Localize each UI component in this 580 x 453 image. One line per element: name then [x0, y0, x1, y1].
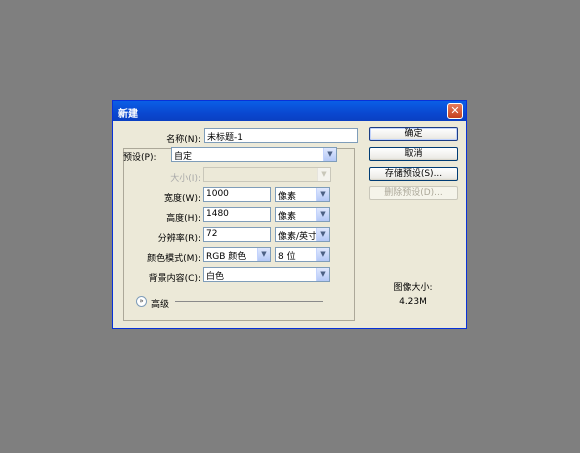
height-input[interactable]: 1480 — [203, 207, 271, 222]
width-unit-select[interactable]: 像素 ▼ — [275, 187, 330, 202]
preset-value: 自定 — [174, 152, 193, 162]
chevron-down-icon: ▼ — [257, 248, 270, 261]
color-mode-label: 颜色模式(M): — [147, 254, 201, 264]
chevron-down-icon: ▼ — [316, 208, 329, 221]
width-label: 宽度(W): — [164, 194, 201, 204]
background-contents-label: 背景内容(C): — [148, 274, 201, 284]
size-label: 大小(I): — [170, 174, 201, 184]
size-select[interactable]: ▼ — [203, 167, 331, 182]
color-mode-select[interactable]: RGB 颜色 ▼ — [203, 247, 271, 262]
delete-preset-button[interactable]: 删除预设(D)... — [369, 186, 458, 200]
chevron-down-icon: ▼ — [316, 188, 329, 201]
name-label: 名称(N): — [166, 135, 201, 145]
bit-depth-select[interactable]: 8 位 ▼ — [275, 247, 330, 262]
image-size-label: 图像大小: — [393, 283, 433, 293]
chevron-down-icon: ▼ — [316, 248, 329, 261]
resolution-unit-select[interactable]: 像素/英寸 ▼ — [275, 227, 330, 242]
chevron-down-icon: ▼ — [323, 148, 336, 161]
resolution-unit-value: 像素/英寸 — [278, 232, 318, 242]
resolution-input[interactable]: 72 — [203, 227, 271, 242]
background-contents-select[interactable]: 白色 ▼ — [203, 267, 330, 282]
color-mode-value: RGB 颜色 — [206, 252, 247, 262]
image-size-value: 4.23M — [399, 297, 427, 307]
bit-depth-value: 8 位 — [278, 252, 296, 262]
chevron-down-icon: ▼ — [316, 228, 329, 241]
advanced-divider — [175, 301, 323, 302]
width-unit-value: 像素 — [278, 192, 297, 202]
preset-label: 预设(P): — [123, 153, 157, 163]
resolution-label: 分辨率(R): — [157, 234, 201, 244]
close-icon[interactable]: ✕ — [447, 103, 463, 119]
dialog-title: 新建 — [118, 109, 138, 120]
height-unit-value: 像素 — [278, 212, 297, 222]
new-document-dialog: 新建 ✕ 名称(N): 未标题-1 预设(P): 自定 ▼ 大小(I): ▼ 宽… — [112, 100, 467, 329]
background-contents-value: 白色 — [206, 272, 225, 282]
ok-button[interactable]: 确定 — [369, 127, 458, 141]
cancel-button[interactable]: 取消 — [369, 147, 458, 161]
advanced-toggle-label[interactable]: 高级 — [151, 297, 169, 310]
preset-select[interactable]: 自定 ▼ — [171, 147, 337, 162]
double-chevron-down-icon[interactable]: » — [136, 296, 147, 307]
height-label: 高度(H): — [166, 214, 201, 224]
name-input[interactable]: 未标题-1 — [204, 128, 358, 143]
height-unit-select[interactable]: 像素 ▼ — [275, 207, 330, 222]
chevron-down-icon: ▼ — [316, 268, 329, 281]
width-input[interactable]: 1000 — [203, 187, 271, 202]
save-preset-button[interactable]: 存储预设(S)... — [369, 167, 458, 181]
title-bar[interactable]: 新建 ✕ — [113, 101, 466, 121]
chevron-down-icon: ▼ — [317, 168, 330, 181]
